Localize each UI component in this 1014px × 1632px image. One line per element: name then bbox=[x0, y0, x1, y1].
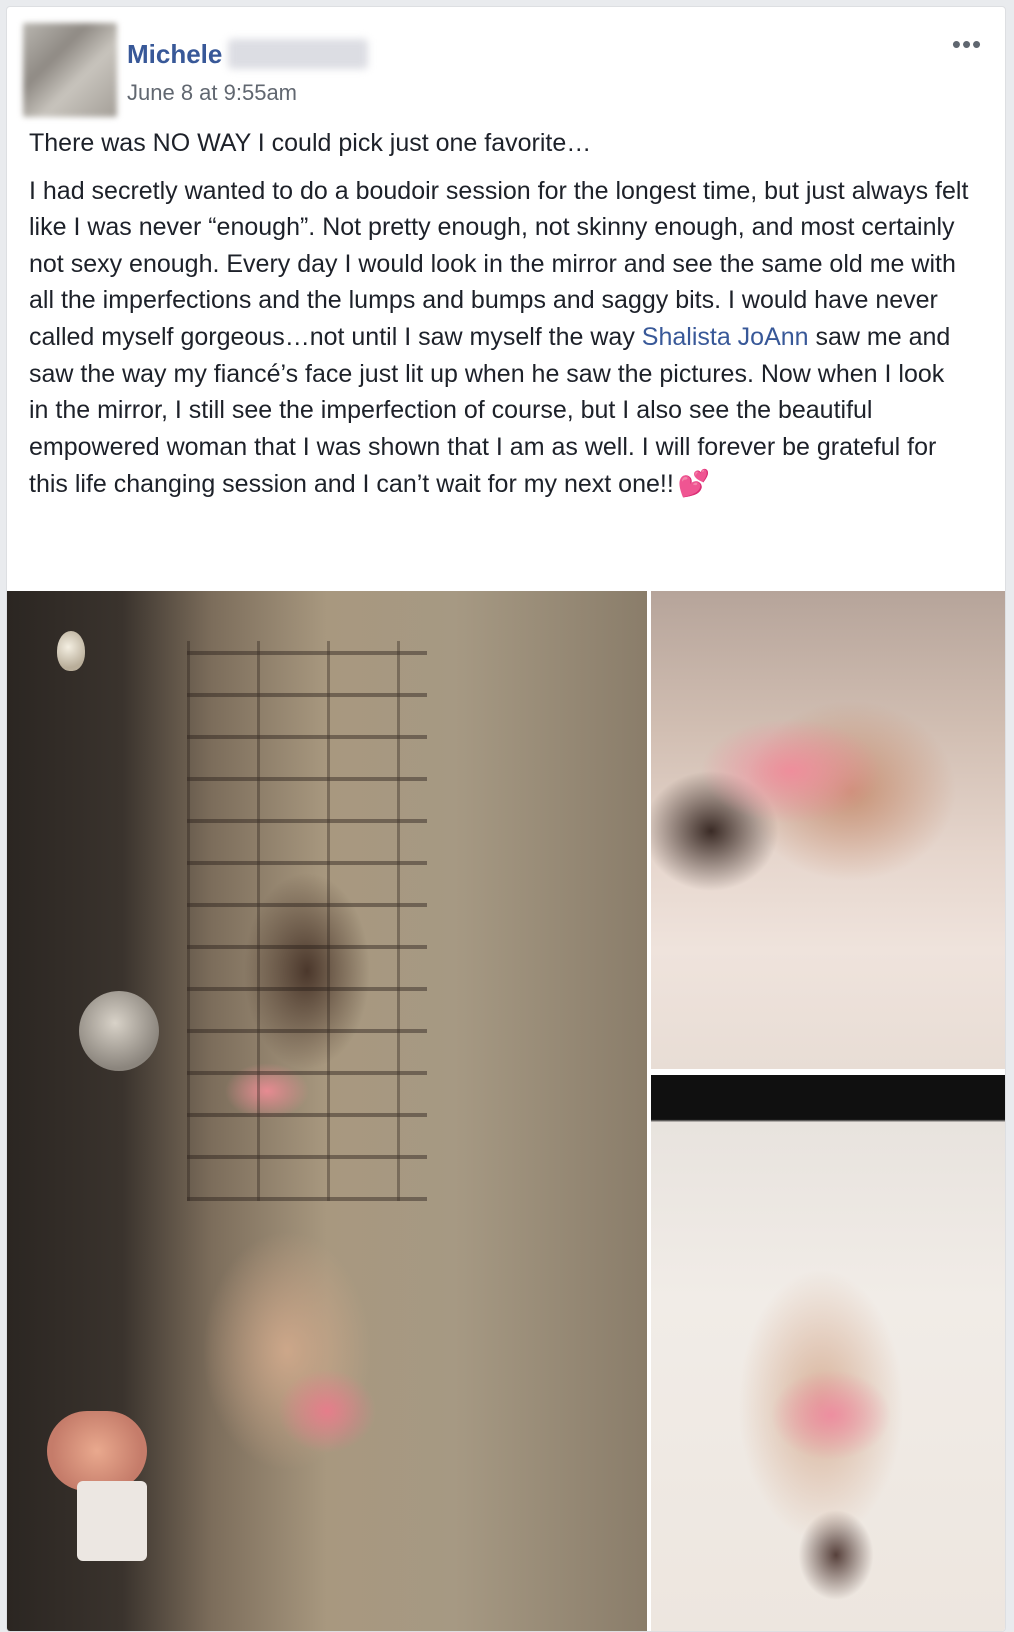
author-avatar[interactable] bbox=[23, 23, 117, 117]
post-timestamp[interactable]: June 8 at 9:55am bbox=[127, 79, 297, 107]
post-paragraph: I had secretly wanted to do a boudoir se… bbox=[29, 173, 969, 503]
light-bulb bbox=[57, 631, 85, 671]
redacted-last-name bbox=[228, 39, 369, 69]
author-name[interactable]: Michele bbox=[127, 37, 222, 71]
more-options-icon[interactable]: ••• bbox=[947, 31, 987, 63]
post-text: There was NO WAY I could pick just one f… bbox=[29, 125, 969, 514]
flower-pot bbox=[77, 1481, 147, 1561]
author-name-row: Michele bbox=[127, 37, 369, 71]
flowers bbox=[47, 1411, 147, 1491]
brick-wall-texture bbox=[187, 641, 427, 1201]
two-hearts-icon: 💕 bbox=[677, 468, 711, 499]
photo-top-right[interactable] bbox=[651, 591, 1005, 1069]
photo-bottom-right[interactable] bbox=[651, 1075, 1005, 1631]
photo-main[interactable] bbox=[7, 591, 647, 1631]
post-paragraph: There was NO WAY I could pick just one f… bbox=[29, 129, 592, 157]
post-header: Michele June 8 at 9:55am ••• bbox=[7, 7, 1005, 117]
post-card: Michele June 8 at 9:55am ••• There was N… bbox=[6, 6, 1006, 1632]
photo-grid bbox=[7, 591, 1005, 1631]
crystal-lamp bbox=[79, 991, 159, 1071]
mention-link[interactable]: Shalista JoAnn bbox=[642, 323, 809, 351]
